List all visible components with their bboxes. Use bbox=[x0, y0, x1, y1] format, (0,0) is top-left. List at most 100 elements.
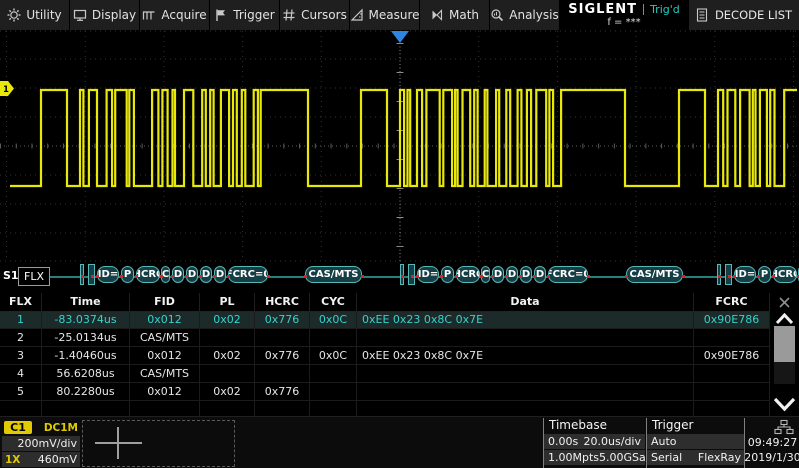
sample-point-dot bbox=[135, 275, 138, 278]
plus-icon bbox=[117, 427, 119, 459]
col-header-time: Time bbox=[42, 293, 130, 312]
decode-bubble-label: D bbox=[522, 269, 530, 280]
brand-status-area: SIGLENT Trig'd f = *** bbox=[560, 0, 688, 30]
col-header-fid: FID bbox=[130, 293, 200, 312]
clock-panel: 09:49:27 2019/1/30 bbox=[744, 418, 799, 468]
col-header-data: Data bbox=[357, 293, 694, 312]
scroll-down-button[interactable] bbox=[770, 391, 799, 416]
decode-bubble-label: HCRC bbox=[456, 269, 480, 280]
decode-bubble-label: D bbox=[508, 269, 516, 280]
close-button[interactable] bbox=[770, 293, 799, 311]
menu-measure[interactable]: Measure bbox=[350, 0, 419, 30]
sample-point-dot bbox=[304, 275, 307, 278]
chevron-up-icon bbox=[775, 313, 794, 325]
cell-time: 80.2280us bbox=[42, 383, 130, 400]
trigger-position-marker[interactable] bbox=[391, 31, 409, 43]
cursors-icon bbox=[282, 8, 296, 22]
decode-bubble: FCRC=0 bbox=[548, 266, 588, 283]
channel1-offset: 460mV bbox=[38, 453, 77, 466]
table-row[interactable]: 580.2280us0x0120x020x776 bbox=[0, 383, 770, 401]
channel1-scale: 200mV/div bbox=[18, 437, 78, 450]
decode-bubble-label: D bbox=[494, 269, 502, 280]
flag-icon bbox=[214, 8, 228, 22]
cell-fid: 0x012 bbox=[130, 347, 200, 364]
cell-hcrc: 0x776 bbox=[255, 383, 310, 400]
cell-pl bbox=[200, 329, 255, 346]
cell-cyc bbox=[310, 401, 357, 416]
decode-bubble: HCRC bbox=[773, 266, 797, 283]
menu-analysis[interactable]: Analysis bbox=[490, 0, 559, 30]
table-row[interactable]: 2-25.0134usCAS/MTS bbox=[0, 329, 770, 347]
measure-icon bbox=[350, 8, 364, 22]
channel1-badge: C1 bbox=[4, 421, 32, 434]
decode-table-header: FLX Time FID PL HCRC CYC Data FCRC bbox=[0, 293, 770, 311]
scrollbar-track[interactable] bbox=[774, 326, 795, 384]
menu-utility[interactable]: Utility bbox=[0, 0, 69, 30]
decode-bubble-label: P bbox=[444, 269, 451, 280]
decode-bubble-label: P bbox=[124, 269, 131, 280]
decode-bubble-label: D bbox=[536, 269, 544, 280]
cell-fid: 0x012 bbox=[130, 311, 200, 328]
menu-cursors[interactable]: Cursors bbox=[280, 0, 349, 30]
siglent-logo: SIGLENT bbox=[568, 3, 637, 16]
decode-bubble-label: ID= bbox=[735, 269, 755, 280]
display-icon bbox=[73, 8, 87, 22]
cell-fcrc bbox=[694, 365, 770, 382]
cell-time: -25.0134us bbox=[42, 329, 130, 346]
bus-decoder-badge[interactable]: FLX bbox=[18, 267, 50, 286]
cell-data bbox=[357, 365, 694, 382]
menu-display[interactable]: Display bbox=[70, 0, 139, 30]
cell-data: 0xEE 0x23 0x8C 0x7E bbox=[357, 347, 694, 364]
channel1-panel[interactable]: C1 DC1M 200mV/div 1X 460mV bbox=[2, 420, 80, 467]
add-trace-area[interactable] bbox=[82, 420, 235, 467]
bus-source-label: S1 bbox=[3, 269, 19, 282]
sample-point-dot bbox=[519, 275, 522, 278]
cell-fcrc: 0x90E786 bbox=[694, 311, 770, 328]
trigger-protocol: FlexRay bbox=[698, 451, 741, 464]
sample-point-dot bbox=[160, 275, 163, 278]
scroll-up-button[interactable] bbox=[770, 311, 799, 327]
menu-label: Acquire bbox=[161, 8, 206, 22]
clock-time: 09:49:27 bbox=[748, 435, 797, 450]
sample-point-dot bbox=[267, 275, 270, 278]
table-row[interactable]: 1-83.0374us0x0120x020x7760x0C0xEE 0x23 0… bbox=[0, 311, 770, 329]
sample-point-dot bbox=[91, 275, 94, 278]
cell-fid: 0x012 bbox=[130, 383, 200, 400]
waveform-display-area[interactable]: 1 bbox=[0, 30, 799, 262]
channel1-marker-label: 1 bbox=[3, 85, 9, 95]
decode-bubble: ID= bbox=[417, 266, 439, 283]
cell-n: 2 bbox=[0, 329, 42, 346]
decode-bubble-label: FCRC=0 bbox=[228, 269, 268, 280]
cell-hcrc: 0x776 bbox=[255, 311, 310, 328]
document-list-icon bbox=[696, 8, 708, 22]
trigger-panel[interactable]: Trigger Auto Serial FlexRay bbox=[646, 418, 745, 468]
cell-fid: CAS/MTS bbox=[130, 329, 200, 346]
channel1-coupling: DC1M bbox=[44, 422, 78, 434]
cell-n: 1 bbox=[0, 311, 42, 328]
sample-point-dot bbox=[480, 275, 483, 278]
decode-bubble-label: D bbox=[174, 269, 182, 280]
menu-label: Cursors bbox=[301, 8, 347, 22]
cell-hcrc bbox=[255, 329, 310, 346]
menu-acquire[interactable]: Acquire bbox=[140, 0, 209, 30]
table-row[interactable]: 3-1.40460us0x0120x020x7760x0C0xEE 0x23 0… bbox=[0, 347, 770, 365]
table-row[interactable]: 456.6208usCAS/MTS bbox=[0, 365, 770, 383]
trigger-mode: Auto bbox=[651, 435, 677, 448]
sample-point-dot bbox=[440, 275, 443, 278]
cell-n: 4 bbox=[0, 365, 42, 382]
decode-table: FLX Time FID PL HCRC CYC Data FCRC 1-83.… bbox=[0, 293, 799, 416]
cell-cyc: 0x0C bbox=[310, 311, 357, 328]
sample-point-dot bbox=[213, 275, 216, 278]
scrollbar-thumb[interactable] bbox=[774, 326, 795, 362]
clock-date: 2019/1/30 bbox=[744, 450, 799, 465]
menu-trigger[interactable]: Trigger bbox=[210, 0, 279, 30]
cell-time: 56.6208us bbox=[42, 365, 130, 382]
trigger-type: Serial bbox=[651, 451, 682, 464]
cell-time: -1.40460us bbox=[42, 347, 130, 364]
cell-fid bbox=[130, 401, 200, 416]
menu-math[interactable]: Math bbox=[420, 0, 489, 30]
timebase-panel[interactable]: Timebase 0.00s 20.0us/div 1.00Mpts 5.00G… bbox=[543, 418, 645, 468]
status-bar: C1 DC1M 200mV/div 1X 460mV Timebase 0.00… bbox=[0, 416, 799, 468]
decode-list-button[interactable]: DECODE LIST bbox=[689, 0, 799, 30]
chevron-down-icon bbox=[772, 396, 797, 412]
